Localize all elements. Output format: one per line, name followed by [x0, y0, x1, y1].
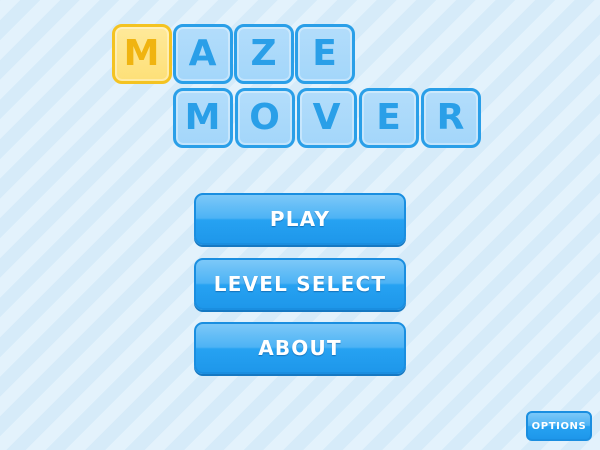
logo-tile: O: [235, 88, 295, 148]
logo-tile: V: [297, 88, 357, 148]
logo-tile: A: [173, 24, 233, 84]
logo-tile: Z: [234, 24, 294, 84]
options-button-label: OPTIONS: [531, 420, 587, 432]
level-select-button-label: LEVEL SELECT: [213, 272, 387, 296]
game-logo: M A Z E M O V E R: [0, 0, 600, 160]
logo-tile: M: [112, 24, 172, 84]
logo-letter: M: [184, 97, 222, 138]
logo-letter: A: [188, 33, 218, 74]
about-button-label: ABOUT: [258, 336, 342, 360]
play-button-label: PLAY: [269, 207, 331, 231]
logo-letter: E: [312, 33, 338, 74]
logo-letter: O: [249, 97, 281, 138]
logo-tile: E: [359, 88, 419, 148]
logo-word-mover: M O V E R: [173, 88, 486, 148]
logo-tile: R: [421, 88, 481, 148]
logo-letter: M: [123, 33, 161, 74]
logo-tile: E: [295, 24, 355, 84]
about-button[interactable]: ABOUT: [194, 322, 406, 374]
logo-letter: V: [312, 97, 342, 138]
logo-letter: E: [376, 97, 402, 138]
logo-tile: M: [173, 88, 233, 148]
level-select-button[interactable]: LEVEL SELECT: [194, 258, 406, 310]
logo-letter: R: [436, 97, 466, 138]
options-button[interactable]: OPTIONS: [526, 411, 592, 441]
logo-letter: Z: [250, 33, 278, 74]
logo-word-maze: M A Z E: [112, 24, 362, 84]
play-button[interactable]: PLAY: [194, 193, 406, 245]
main-menu-screen: M A Z E M O V E R PLAY LEVEL SELECT ABOU…: [0, 0, 600, 450]
